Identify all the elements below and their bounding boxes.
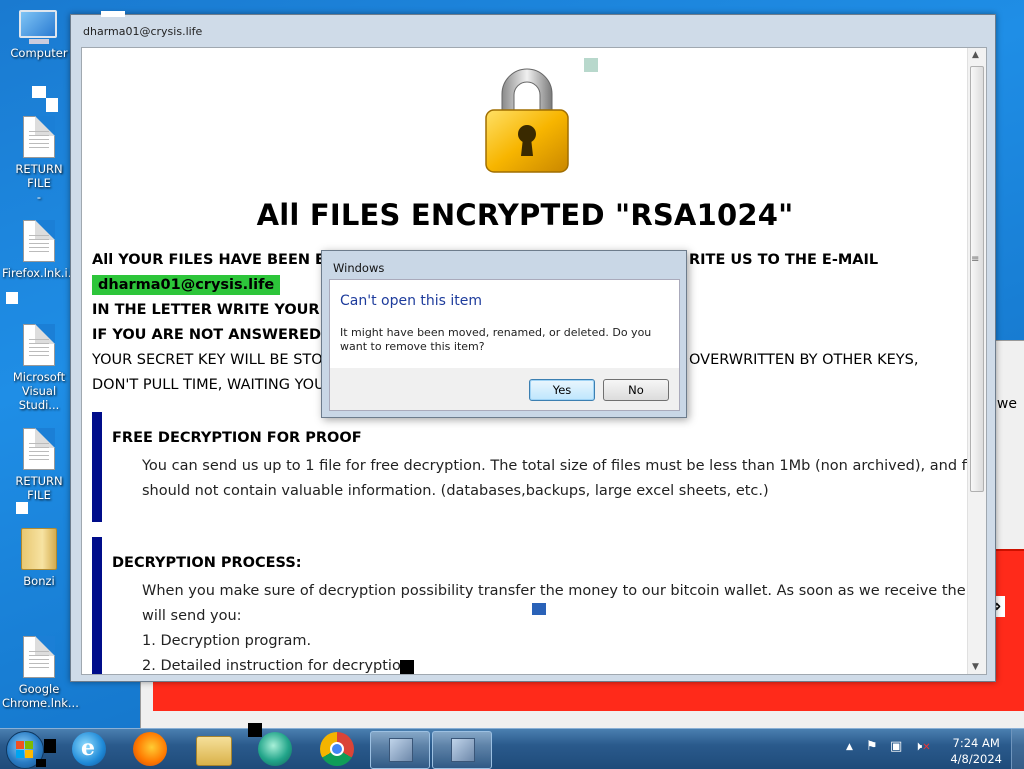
desktop-artifact [32, 86, 46, 98]
desktop-icon-label: Microsoft Visual Studi... [12, 370, 66, 412]
vertical-scrollbar[interactable]: ▲ ≡ ▼ [967, 48, 986, 674]
ransom-headline: All FILES ENCRYPTED "RSA1024" [256, 198, 794, 232]
section-bar [92, 412, 102, 522]
screen-artifact [248, 723, 262, 737]
ransom-line-4: IF YOU ARE NOT ANSWERED, V [92, 327, 343, 343]
desktop-icon-label: Firefox.lnk.i... [2, 266, 79, 280]
dialog-footer: Yes No [329, 368, 680, 411]
section-bar [92, 537, 102, 674]
internet-explorer-icon[interactable]: e [72, 732, 106, 766]
window-title: dharma01@crysis.life [83, 25, 203, 38]
text-file-icon [23, 220, 55, 262]
flag-icon[interactable]: ⚑ [866, 739, 878, 754]
desktop-artifact [6, 292, 18, 304]
ransom-line-5-left: YOUR SECRET KEY WILL BE STOR [92, 352, 333, 368]
desktop-icon-google-chrome[interactable]: Google Chrome.lnk... [2, 636, 79, 710]
free-decryption-text-2: should not contain valuable information.… [142, 483, 769, 499]
clock-date: 4/8/2024 [950, 752, 1002, 766]
windows-logo-icon [25, 741, 33, 749]
decryption-process-text-2: will send you: [142, 608, 242, 624]
desktop-icon-label: Computer [10, 46, 68, 60]
generic-app-icon[interactable] [258, 732, 292, 766]
screen-artifact [532, 603, 546, 615]
windows-logo-icon [25, 750, 33, 758]
free-decryption-text-1: You can send us up to 1 file for free de… [142, 458, 987, 474]
desktop-icon-return-file-2[interactable]: RETURN FILE [2, 428, 76, 502]
windows-logo-icon [16, 741, 24, 749]
scroll-up-icon[interactable]: ▲ [972, 50, 979, 60]
ransom-line-1-left: All YOUR FILES HAVE BEEN EN [92, 252, 338, 268]
background-window-text: we [996, 396, 1017, 412]
desktop-icon-bonzi[interactable]: Bonzi [2, 528, 76, 588]
system-clock[interactable]: 7:24 AM 4/8/2024 [950, 735, 1002, 767]
screen-artifact [584, 58, 598, 72]
decryption-step-2: 2. Detailed instruction for decryption. [142, 658, 415, 674]
desktop-artifact [16, 502, 28, 514]
decryption-process-title: DECRYPTION PROCESS: [112, 555, 302, 571]
desktop-stray-text: - [36, 190, 42, 204]
computer-icon [19, 10, 59, 44]
ransom-line-3: IN THE LETTER WRITE YOUR I [92, 302, 331, 318]
dialog-title: Windows [333, 261, 385, 275]
desktop-icon-label: RETURN FILE [15, 474, 63, 502]
padlock-icon [485, 68, 569, 173]
desktop-icon-label: RETURN FILE [15, 162, 63, 190]
scrollbar-thumb[interactable] [970, 66, 984, 492]
ransom-line-5-right: OVERWRITTEN BY OTHER KEYS, [689, 352, 919, 368]
screen-artifact [400, 660, 414, 674]
desktop-artifact [46, 98, 58, 112]
text-file-icon [23, 116, 55, 158]
title-artifact [101, 11, 125, 17]
program-icon [451, 738, 475, 762]
free-decryption-title: FREE DECRYPTION FOR PROOF [112, 430, 362, 446]
desktop-icon-visual-studio[interactable]: Microsoft Visual Studi... [2, 324, 76, 412]
tray-overflow-icon[interactable]: ▲ [846, 742, 853, 752]
clock-time: 7:24 AM [952, 736, 1000, 750]
file-explorer-icon[interactable] [196, 736, 232, 766]
no-button[interactable]: No [603, 379, 669, 401]
screen-artifact [44, 739, 56, 753]
screen-artifact [36, 759, 46, 767]
desktop-icon-computer[interactable]: Computer [2, 10, 76, 60]
dialog-body: Can't open this item It might have been … [329, 279, 680, 369]
desktop-icon-firefox-lnk[interactable]: Firefox.lnk.i... [2, 220, 79, 280]
yes-button[interactable]: Yes [529, 379, 595, 401]
program-icon [389, 738, 413, 762]
text-file-icon [23, 428, 55, 470]
folder-icon [21, 528, 57, 570]
ransom-line-1-right: RITE US TO THE E-MAIL [689, 252, 879, 268]
text-file-icon [23, 636, 55, 678]
decryption-step-1: 1. Decryption program. [142, 633, 312, 649]
desktop-icon-label: Google Chrome.lnk... [2, 682, 79, 710]
show-desktop-button[interactable] [1011, 729, 1024, 769]
desktop-icon-return-file-1[interactable]: RETURN FILE - [2, 116, 76, 204]
scrollbar-grip: ≡ [971, 254, 980, 265]
windows-logo-icon [16, 750, 24, 758]
taskbar-program-2[interactable] [432, 731, 492, 769]
desktop-icon-label: Bonzi [23, 574, 55, 588]
scroll-down-icon[interactable]: ▼ [972, 662, 979, 672]
volume-muted-icon[interactable]: 🕨✕ [914, 739, 931, 754]
error-dialog[interactable]: Windows Can't open this item It might ha… [321, 250, 687, 418]
dialog-message: It might have been moved, renamed, or de… [340, 326, 652, 353]
taskbar-program-1[interactable] [370, 731, 430, 769]
contact-email: dharma01@crysis.life [92, 275, 281, 295]
firefox-icon[interactable] [133, 732, 167, 766]
ransom-line-6: DON'T PULL TIME, WAITING YOU [92, 377, 325, 393]
dialog-heading: Can't open this item [340, 293, 483, 309]
network-icon[interactable]: ▣ [890, 739, 902, 754]
taskbar: e ▲ ⚑ ▣ 🕨✕ 7:24 AM 4/8/2024 [0, 723, 1024, 769]
text-file-icon [23, 324, 55, 366]
decryption-process-text-1: When you make sure of decryption possibi… [142, 583, 987, 599]
chrome-icon[interactable] [320, 732, 354, 766]
